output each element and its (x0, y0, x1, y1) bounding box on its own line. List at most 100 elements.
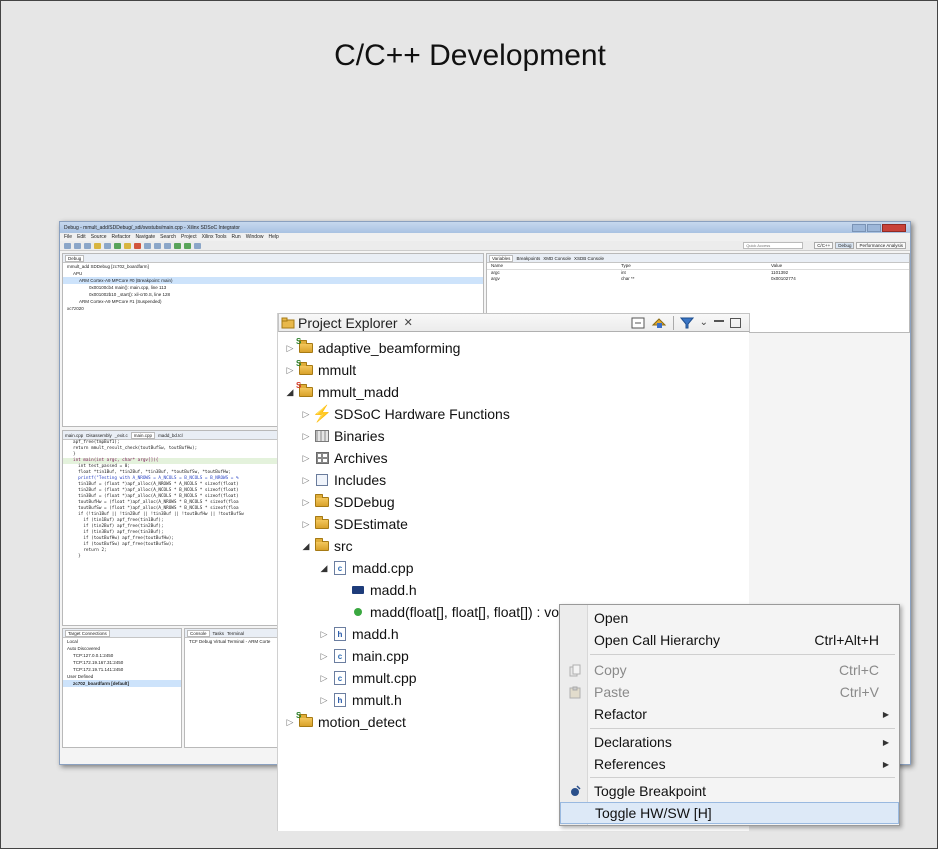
editor-tab[interactable]: madd_bd.tcl (158, 433, 183, 438)
connection-item[interactable]: Local (63, 638, 181, 645)
expand-arrow-icon[interactable]: ▷ (318, 695, 330, 706)
menu-window[interactable]: Window (246, 234, 264, 240)
menu-item-paste[interactable]: Paste Ctrl+V (560, 681, 899, 703)
menu-item-declarations[interactable]: Declarations ▶ (560, 731, 899, 753)
expand-arrow-icon[interactable]: ▷ (300, 475, 312, 486)
minimize-button[interactable] (852, 223, 866, 232)
variable-row[interactable]: argv char ** 0x00102774 (487, 276, 909, 282)
tree-node-mmult-cpp[interactable]: ▷ c mmult.cpp (318, 667, 417, 689)
skip-breakpoints-icon[interactable] (104, 242, 111, 249)
menu-item-open[interactable]: Open (560, 607, 899, 629)
view-menu-icon[interactable]: ⌄ (700, 317, 708, 328)
connection-item[interactable]: Auto Discovered (63, 645, 181, 652)
close-button[interactable] (882, 223, 906, 232)
tree-node-sdestimate[interactable]: ▷ SDEstimate (300, 513, 408, 535)
tab-terminal[interactable]: Terminal (227, 631, 244, 636)
menu-file[interactable]: File (64, 234, 72, 240)
tab-target-connections[interactable]: Target Connections (65, 629, 110, 637)
save-icon[interactable] (74, 242, 81, 249)
maximize-icon[interactable] (730, 317, 741, 328)
expand-arrow-icon[interactable]: ▷ (284, 717, 296, 728)
collapse-arrow-icon[interactable]: ◢ (318, 563, 330, 574)
tree-node-mmult[interactable]: ▷ S mmult (284, 359, 357, 381)
debug-item[interactable]: 0x001002b10 _start(): xil-crt0.S, line 1… (63, 291, 483, 298)
tab-variables[interactable]: Variables (489, 254, 514, 262)
perspective-debug[interactable]: Debug (835, 242, 855, 249)
minimize-icon[interactable] (714, 319, 724, 322)
debug-item[interactable]: APU (63, 270, 483, 277)
expand-arrow-icon[interactable]: ▷ (300, 519, 312, 530)
run-icon[interactable] (184, 242, 191, 249)
tree-node-hw-functions[interactable]: ▷ ⚡ SDSoC Hardware Functions (300, 403, 510, 425)
menu-search[interactable]: Search (160, 234, 176, 240)
connection-item[interactable]: zc702_boardfarm [default] (63, 680, 181, 687)
menu-refactor[interactable]: Refactor (112, 234, 131, 240)
expand-arrow-icon[interactable]: ▷ (318, 651, 330, 662)
tree-node-mmult-madd[interactable]: ◢ S mmult_madd (284, 381, 399, 403)
debug-icon[interactable] (174, 242, 181, 249)
tree-node-adaptive-beamforming[interactable]: ▷ S adaptive_beamforming (284, 337, 461, 359)
tab-breakpoints[interactable]: Breakpoints (516, 256, 540, 261)
debug-item[interactable]: ARM Cortex-A9 MPCore #1 (Suspended) (63, 298, 483, 305)
collapse-arrow-icon[interactable]: ◢ (284, 387, 296, 398)
perspective-performance[interactable]: Performance Analysis (856, 242, 906, 249)
connection-item[interactable]: TCP:127.0.0.1:2450 (63, 652, 181, 659)
menu-help[interactable]: Help (268, 234, 278, 240)
expand-arrow-icon[interactable]: ▷ (300, 453, 312, 464)
menu-item-open-call-hierarchy[interactable]: Open Call Hierarchy Ctrl+Alt+H (560, 629, 899, 651)
tree-node-main-cpp[interactable]: ▷ c main.cpp (318, 645, 409, 667)
tab-console[interactable]: Console (187, 629, 210, 637)
tree-node-madd-h[interactable]: ▷ h madd.h (318, 623, 399, 645)
collapse-arrow-icon[interactable]: ◢ (300, 541, 312, 552)
debug-item[interactable]: 0x00100cb4 main(): main.cpp, line 113 (63, 284, 483, 291)
menu-navigate[interactable]: Navigate (135, 234, 155, 240)
step-into-icon[interactable] (144, 242, 151, 249)
connection-item[interactable]: TCP:172.19.167.31:2450 (63, 659, 181, 666)
suspend-icon[interactable] (124, 242, 131, 249)
tab-tasks[interactable]: Tasks (213, 631, 225, 636)
tree-node-includes[interactable]: ▷ Includes (300, 469, 387, 491)
tree-node-binaries[interactable]: ▷ Binaries (300, 425, 385, 447)
menu-item-references[interactable]: References ▶ (560, 753, 899, 775)
menu-item-refactor[interactable]: Refactor ▶ (560, 703, 899, 725)
tree-node-archives[interactable]: ▷ Archives (300, 447, 388, 469)
tree-node-madd-h-include[interactable]: madd.h (336, 579, 417, 601)
step-return-icon[interactable] (164, 242, 171, 249)
perspective-cpp[interactable]: C/C++ (814, 242, 834, 249)
menu-item-toggle-breakpoint[interactable]: Toggle Breakpoint (560, 780, 899, 802)
expand-arrow-icon[interactable]: ▷ (300, 497, 312, 508)
build-icon[interactable] (94, 242, 101, 249)
collapse-all-icon[interactable] (631, 317, 645, 329)
menu-item-toggle-hw-sw[interactable]: Toggle HW/SW [H] (560, 802, 899, 824)
search-icon[interactable] (194, 242, 201, 249)
connection-item[interactable]: TCP:172.19.71.141:2450 (63, 666, 181, 673)
tree-node-src[interactable]: ◢ src (300, 535, 353, 557)
menu-run[interactable]: Run (232, 234, 241, 240)
maximize-button[interactable] (867, 223, 881, 232)
expand-arrow-icon[interactable]: ▷ (300, 431, 312, 442)
expand-arrow-icon[interactable]: ▷ (300, 409, 312, 420)
filter-icon[interactable] (679, 317, 694, 329)
editor-tab[interactable]: main.cpp (130, 431, 156, 439)
step-over-icon[interactable] (154, 242, 161, 249)
new-icon[interactable] (64, 242, 71, 249)
expand-arrow-icon[interactable]: ▷ (318, 629, 330, 640)
debug-item[interactable]: ARM Cortex-A9 MPCore #0 (Breakpoint: mai… (63, 277, 483, 284)
terminate-icon[interactable] (134, 242, 141, 249)
resume-icon[interactable] (114, 242, 121, 249)
link-with-editor-icon[interactable] (651, 317, 667, 329)
tree-node-motion-detect[interactable]: ▷ S motion_detect (284, 711, 406, 733)
tab-xsdb-console[interactable]: XSDB Console (574, 256, 604, 261)
menu-source[interactable]: Source (91, 234, 107, 240)
tree-node-madd-cpp[interactable]: ◢ c madd.cpp (318, 557, 414, 579)
menu-project[interactable]: Project (181, 234, 197, 240)
tab-xmd-console[interactable]: XMD Console (543, 256, 571, 261)
expand-arrow-icon[interactable]: ▷ (284, 365, 296, 376)
debug-item[interactable]: xc7z020 (63, 305, 483, 312)
tree-node-mmult-h[interactable]: ▷ h mmult.h (318, 689, 402, 711)
expand-arrow-icon[interactable]: ▷ (318, 673, 330, 684)
tree-node-sddebug[interactable]: ▷ SDDebug (300, 491, 395, 513)
quick-access-input[interactable]: Quick Access (743, 242, 804, 249)
code-editor[interactable]: main.cpp Disassembly _exit.c main.cpp ma… (62, 430, 278, 626)
editor-tab[interactable]: Disassembly (86, 433, 112, 438)
